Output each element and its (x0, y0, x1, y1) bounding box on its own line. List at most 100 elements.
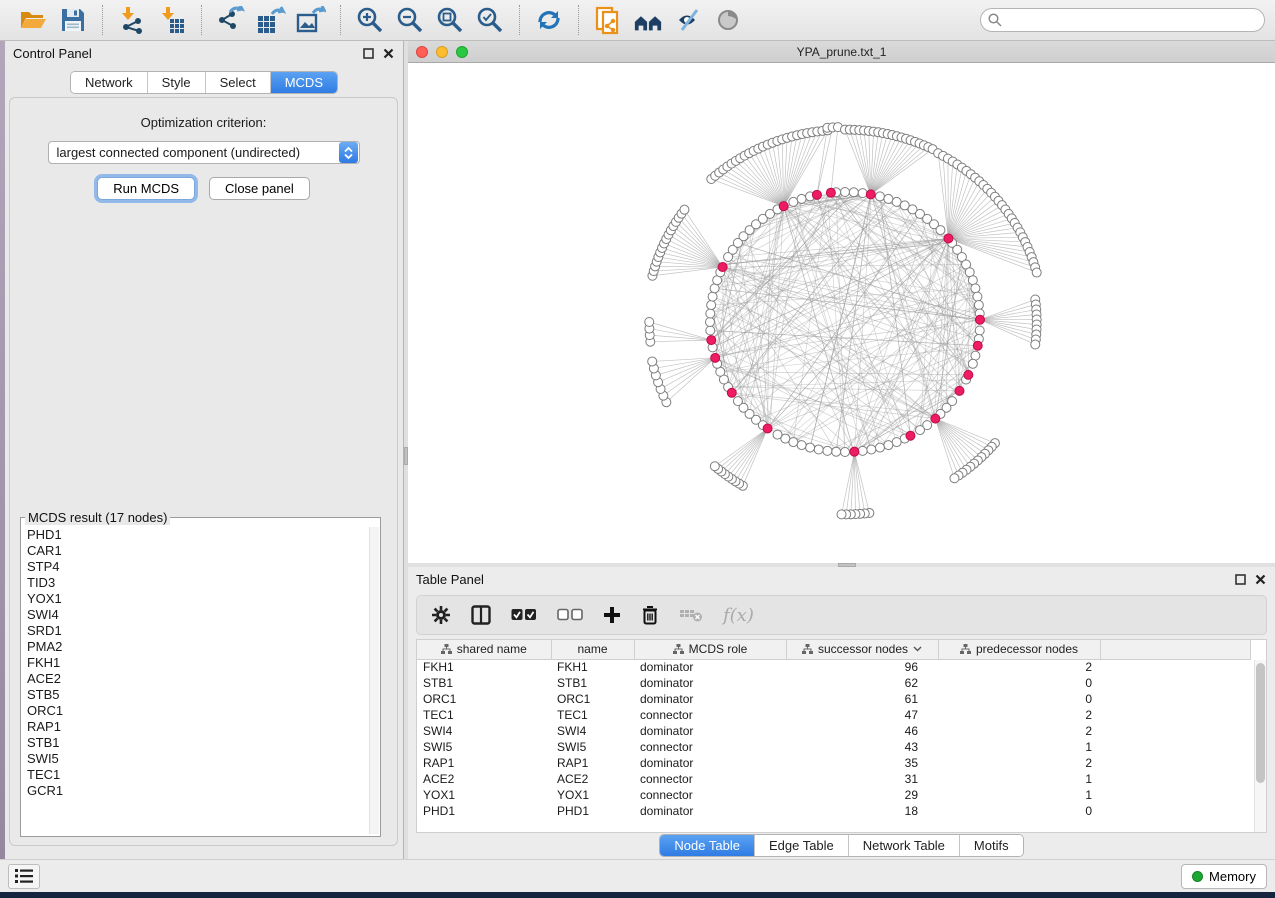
mcds-result-item[interactable]: TID3 (27, 575, 368, 591)
table-row[interactable]: SWI4SWI4dominator462 (417, 723, 1250, 739)
function-builder-icon: f(x) (723, 605, 754, 626)
mcds-result-item[interactable]: CAR1 (27, 543, 368, 559)
attribute-icon (673, 644, 684, 654)
toolbar-separator (201, 5, 202, 35)
table-row[interactable]: PHD1PHD1dominator180 (417, 803, 1250, 819)
control-panel: Control Panel Network Style Select MCDS … (5, 41, 404, 859)
export-image-icon[interactable] (296, 5, 326, 35)
table-row[interactable]: STB1STB1dominator620 (417, 675, 1250, 691)
close-panel-icon[interactable] (381, 46, 395, 60)
mcds-result-groupbox: MCDS result (17 nodes) PHD1CAR1STP4TID3Y… (20, 510, 381, 837)
add-column-icon[interactable] (603, 606, 621, 624)
attribute-icon (960, 644, 971, 654)
toolbar-separator (578, 5, 579, 35)
columns-icon[interactable] (471, 605, 491, 625)
mcds-result-item[interactable]: STP4 (27, 559, 368, 575)
table-row[interactable]: ACE2ACE2connector311 (417, 771, 1250, 787)
table-row[interactable]: RAP1RAP1dominator352 (417, 755, 1250, 771)
new-network-from-selection-icon[interactable] (593, 5, 623, 35)
mcds-result-item[interactable]: ACE2 (27, 671, 368, 687)
attribute-icon (441, 644, 452, 654)
search-input[interactable] (980, 8, 1265, 32)
mcds-result-item[interactable]: SRD1 (27, 623, 368, 639)
export-network-icon[interactable] (216, 5, 246, 35)
delete-column-icon[interactable] (641, 605, 659, 625)
mcds-result-item[interactable]: SWI4 (27, 607, 368, 623)
node-table: shared name name MCDS role successor nod… (416, 639, 1267, 833)
mcds-result-item[interactable]: ORC1 (27, 703, 368, 719)
table-row[interactable]: ORC1ORC1dominator610 (417, 691, 1250, 707)
refresh-icon[interactable] (534, 5, 564, 35)
tab-node-table[interactable]: Node Table (660, 835, 754, 856)
mcds-result-item[interactable]: GCR1 (27, 783, 368, 799)
zoom-out-icon[interactable] (395, 5, 425, 35)
mcds-result-item[interactable]: RAP1 (27, 719, 368, 735)
zoom-selected-icon[interactable] (475, 5, 505, 35)
open-file-icon[interactable] (18, 5, 48, 35)
col-name[interactable]: name (551, 640, 634, 659)
col-shared-name[interactable]: shared name (417, 640, 551, 659)
mcds-result-item[interactable]: FKH1 (27, 655, 368, 671)
toolbar-separator (340, 5, 341, 35)
select-all-icon[interactable] (511, 608, 537, 622)
first-neighbors-icon[interactable] (633, 5, 663, 35)
control-panel-title: Control Panel (13, 46, 92, 61)
tab-network[interactable]: Network (71, 72, 147, 93)
tab-style[interactable]: Style (147, 72, 205, 93)
table-row[interactable]: YOX1YOX1connector291 (417, 787, 1250, 803)
tab-mcds[interactable]: MCDS (270, 72, 337, 93)
table-row[interactable]: SWI5SWI5connector431 (417, 739, 1250, 755)
import-table-icon[interactable] (157, 5, 187, 35)
import-network-icon[interactable] (117, 5, 147, 35)
export-table-icon[interactable] (256, 5, 286, 35)
tab-edge-table[interactable]: Edge Table (754, 835, 848, 856)
mcds-list-scrollbar[interactable] (369, 527, 379, 834)
toolbar-separator (102, 5, 103, 35)
zoom-fit-icon[interactable] (435, 5, 465, 35)
network-canvas[interactable] (408, 63, 1275, 563)
deselect-all-icon[interactable] (557, 608, 583, 622)
delete-table-icon (679, 607, 703, 623)
mcds-result-item[interactable]: YOX1 (27, 591, 368, 607)
col-mcds-role[interactable]: MCDS role (634, 640, 786, 659)
run-mcds-button[interactable]: Run MCDS (97, 177, 195, 200)
mcds-result-item[interactable]: TEC1 (27, 767, 368, 783)
tab-select[interactable]: Select (205, 72, 270, 93)
table-row[interactable]: FKH1FKH1dominator962 (417, 659, 1250, 675)
mcds-result-item[interactable]: STB5 (27, 687, 368, 703)
tab-network-table[interactable]: Network Table (848, 835, 959, 856)
col-predecessor-nodes[interactable]: predecessor nodes (938, 640, 1100, 659)
table-tabbar: Node Table Edge Table Network Table Moti… (408, 834, 1275, 857)
mcds-result-item[interactable]: SWI5 (27, 751, 368, 767)
close-panel-button[interactable]: Close panel (209, 177, 310, 200)
table-panel: Table Panel (408, 567, 1275, 859)
col-successor-nodes[interactable]: successor nodes (786, 640, 938, 659)
network-title: YPA_prune.txt_1 (408, 45, 1275, 59)
float-panel-icon[interactable] (361, 46, 375, 60)
save-session-icon[interactable] (58, 5, 88, 35)
attribute-icon (802, 644, 813, 654)
criterion-value: largest connected component (undirected) (49, 145, 339, 160)
network-graph (408, 63, 1275, 563)
close-table-panel-icon[interactable] (1253, 572, 1267, 586)
mcds-result-title: MCDS result (17 nodes) (25, 510, 170, 525)
mcds-result-item[interactable]: PHD1 (27, 527, 368, 543)
task-history-icon[interactable] (8, 864, 40, 889)
zoom-in-icon[interactable] (355, 5, 385, 35)
float-table-panel-icon[interactable] (1233, 572, 1247, 586)
table-scrollbar[interactable] (1254, 660, 1266, 832)
mcds-result-list[interactable]: PHD1CAR1STP4TID3YOX1SWI4SRD1PMA2FKH1ACE2… (22, 527, 368, 834)
mcds-result-item[interactable]: STB1 (27, 735, 368, 751)
show-graphics-details-icon[interactable] (713, 5, 743, 35)
memory-button[interactable]: Memory (1181, 864, 1267, 889)
mcds-result-item[interactable]: PMA2 (27, 639, 368, 655)
table-row[interactable]: TEC1TEC1connector472 (417, 707, 1250, 723)
tab-motifs[interactable]: Motifs (959, 835, 1023, 856)
mcds-panel: Optimization criterion: largest connecte… (9, 97, 398, 846)
search-box (980, 8, 1265, 32)
settings-gear-icon[interactable] (431, 605, 451, 625)
table-toolbar: f(x) (416, 595, 1267, 635)
main-toolbar (0, 0, 1275, 41)
criterion-dropdown[interactable]: largest connected component (undirected) (48, 141, 360, 164)
hide-selected-icon[interactable] (673, 5, 703, 35)
